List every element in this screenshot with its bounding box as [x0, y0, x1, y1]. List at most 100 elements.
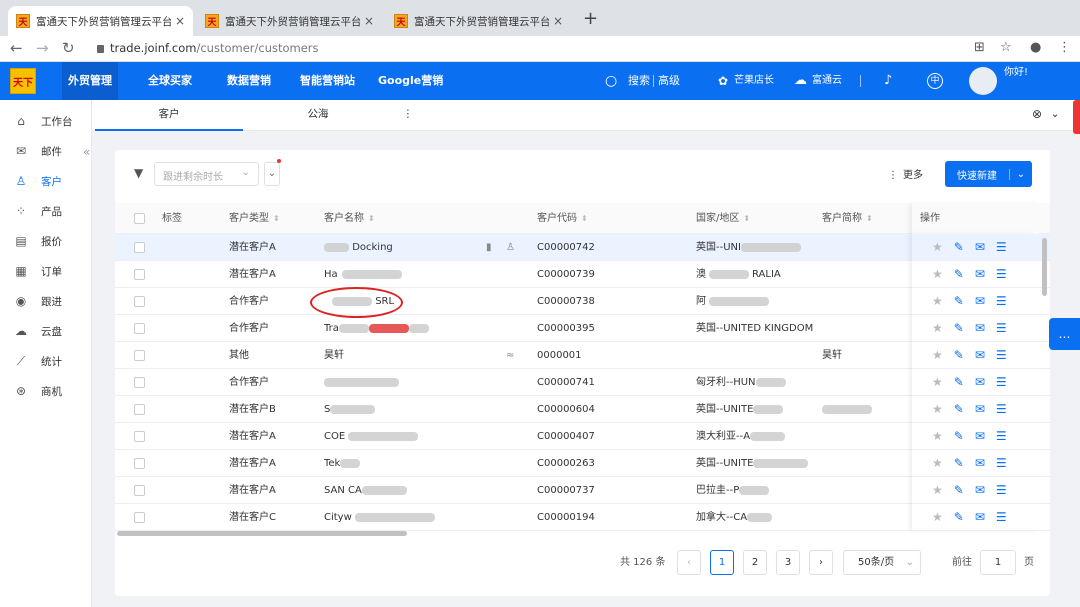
edit-icon[interactable]: ✎ — [954, 294, 964, 308]
table-row[interactable]: 合作客户 C00000741 匈牙利--HUN — [115, 369, 1050, 396]
column-header-type[interactable]: 客户类型 ⬍ — [229, 203, 280, 234]
cell-name[interactable]: S — [324, 396, 376, 423]
star-icon[interactable]: ★ — [932, 348, 943, 362]
page-size-select[interactable]: 50条/页 ⌄ — [843, 550, 921, 575]
sidebar-item-orders[interactable]: ▦ 订单 — [0, 256, 92, 286]
menu-icon[interactable]: ☰ — [996, 240, 1007, 254]
sort-icon[interactable]: ⬍ — [273, 214, 280, 223]
bell-icon[interactable]: ♪ — [884, 62, 892, 100]
email-icon[interactable]: ✉ — [975, 402, 985, 416]
close-tab-icon[interactable]: × — [175, 14, 185, 28]
browser-tab[interactable]: 天 富通天下外贸营销管理云平台 × — [386, 6, 571, 36]
row-checkbox[interactable] — [134, 485, 145, 496]
star-icon[interactable]: ★ — [932, 456, 943, 470]
star-icon[interactable]: ★ — [932, 375, 943, 389]
goto-page-input[interactable]: 1 — [980, 550, 1016, 575]
cell-name[interactable]: Cityw — [324, 504, 435, 531]
quick-create-button[interactable]: 快速新建 ⌄ — [945, 161, 1032, 187]
nav-google-marketing[interactable]: Google营销 — [372, 62, 449, 100]
menu-icon[interactable]: ☰ — [996, 294, 1007, 308]
nav-global-buyers[interactable]: 全球买家 — [142, 62, 198, 100]
cell-name[interactable]: Ha — [324, 261, 402, 288]
new-tab-button[interactable]: + — [583, 8, 598, 29]
browser-menu-icon[interactable]: ⋮ — [1058, 40, 1071, 55]
column-header-code[interactable]: 客户代码 ⬍ — [537, 203, 588, 234]
sidebar-item-products[interactable]: ⁘ 产品 — [0, 196, 92, 226]
star-icon[interactable]: ★ — [932, 429, 943, 443]
email-icon[interactable]: ✉ — [975, 267, 985, 281]
advanced-search-link[interactable]: 高级 — [658, 62, 680, 100]
email-icon[interactable]: ✉ — [975, 321, 985, 335]
row-checkbox[interactable] — [134, 242, 145, 253]
tab-customers[interactable]: 客户 — [95, 100, 243, 131]
star-icon[interactable]: ★ — [932, 267, 943, 281]
table-row[interactable]: 合作客户 Tra C00000395 英国--UNITED KINGDOM — [115, 315, 1050, 342]
email-icon[interactable]: ✉ — [975, 240, 985, 254]
sidebar-item-statistics[interactable]: ⟋ 统计 — [0, 346, 92, 376]
table-row[interactable]: 合作客户 SRL C00000738 阿 — [115, 288, 1050, 315]
nav-data-marketing[interactable]: 数据营销 — [221, 62, 277, 100]
cell-name[interactable]: Tra — [324, 315, 429, 342]
row-checkbox[interactable] — [134, 296, 145, 307]
edit-icon[interactable]: ✎ — [954, 483, 964, 497]
sort-icon[interactable]: ⬍ — [743, 214, 750, 223]
cell-name[interactable] — [324, 369, 399, 396]
table-row[interactable]: 潜在客户A Tek C00000263 英国--UNITE — [115, 450, 1050, 477]
cell-name[interactable]: COE — [324, 423, 419, 450]
row-checkbox[interactable] — [134, 377, 145, 388]
profile-icon[interactable]: ● — [1030, 40, 1041, 55]
prev-page-button[interactable]: ‹ — [677, 550, 701, 575]
chevron-down-icon[interactable]: ⌄ — [1009, 168, 1032, 180]
next-page-button[interactable]: › — [809, 550, 833, 575]
chevron-down-icon[interactable]: ⌄ — [1048, 100, 1062, 131]
edit-icon[interactable]: ✎ — [954, 321, 964, 335]
table-row[interactable]: 潜在客户B S C00000604 英国--UNITE — [115, 396, 1050, 423]
filter-expand-button[interactable]: ⌄ — [264, 162, 280, 186]
search-icon[interactable]: ○ — [605, 62, 617, 100]
cell-name[interactable]: SAN CA — [324, 477, 407, 504]
star-icon[interactable]: ★ — [932, 510, 943, 524]
side-drawer-handle[interactable] — [1073, 100, 1080, 134]
translate-icon[interactable]: ⊞ — [974, 40, 985, 55]
star-icon[interactable]: ★ — [932, 483, 943, 497]
contact-icon[interactable]: ♙ — [506, 234, 515, 261]
email-icon[interactable]: ✉ — [975, 456, 985, 470]
menu-icon[interactable]: ☰ — [996, 456, 1007, 470]
close-tab-icon[interactable]: × — [364, 14, 374, 28]
app-logo[interactable]: 天下 — [10, 68, 36, 94]
sort-icon[interactable]: ⬍ — [866, 214, 873, 223]
close-tab-icon[interactable]: × — [553, 14, 563, 28]
vertical-scrollbar[interactable] — [1042, 238, 1047, 296]
edit-icon[interactable]: ✎ — [954, 375, 964, 389]
sidebar-item-workbench[interactable]: ⌂ 工作台 — [0, 106, 92, 136]
sort-icon[interactable]: ⬍ — [368, 214, 375, 223]
row-checkbox[interactable] — [134, 512, 145, 523]
table-row[interactable]: 其他 昊轩 ≈ 0000001 昊轩 — [115, 342, 1050, 369]
close-circle-icon[interactable]: ⊗ — [1030, 100, 1044, 131]
page-button-3[interactable]: 3 — [776, 550, 800, 575]
filter-icon[interactable]: ▼ — [134, 166, 143, 180]
sidebar-item-opportunities[interactable]: ⊛ 商机 — [0, 376, 92, 406]
edit-icon[interactable]: ✎ — [954, 402, 964, 416]
browser-tab[interactable]: 天 富通天下外贸营销管理云平台 × — [197, 6, 382, 36]
nav-trade-management[interactable]: 外贸管理 — [62, 62, 118, 100]
sidebar-item-customers[interactable]: ♙ 客户 — [0, 166, 92, 196]
sidebar-item-mail[interactable]: ✉ 邮件 — [0, 136, 92, 166]
menu-icon[interactable]: ☰ — [996, 375, 1007, 389]
search-link[interactable]: 搜索 — [628, 62, 650, 100]
row-checkbox[interactable] — [134, 350, 145, 361]
cell-name[interactable]: Docking — [324, 234, 393, 261]
row-checkbox[interactable] — [134, 431, 145, 442]
star-icon[interactable]: ★ — [932, 240, 943, 254]
table-row[interactable]: 潜在客户A Ha C00000739 澳 RALIA — [115, 261, 1050, 288]
back-icon[interactable]: ← — [10, 39, 23, 57]
row-checkbox[interactable] — [134, 269, 145, 280]
nav-smart-site[interactable]: 智能营销站 — [294, 62, 361, 100]
edit-icon[interactable]: ✎ — [954, 510, 964, 524]
edit-icon[interactable]: ✎ — [954, 267, 964, 281]
cell-name[interactable]: 昊轩 — [324, 342, 344, 369]
menu-icon[interactable]: ☰ — [996, 348, 1007, 362]
menu-icon[interactable]: ☰ — [996, 267, 1007, 281]
page-button-2[interactable]: 2 — [743, 550, 767, 575]
sidebar-item-followup[interactable]: ◉ 跟进 — [0, 286, 92, 316]
